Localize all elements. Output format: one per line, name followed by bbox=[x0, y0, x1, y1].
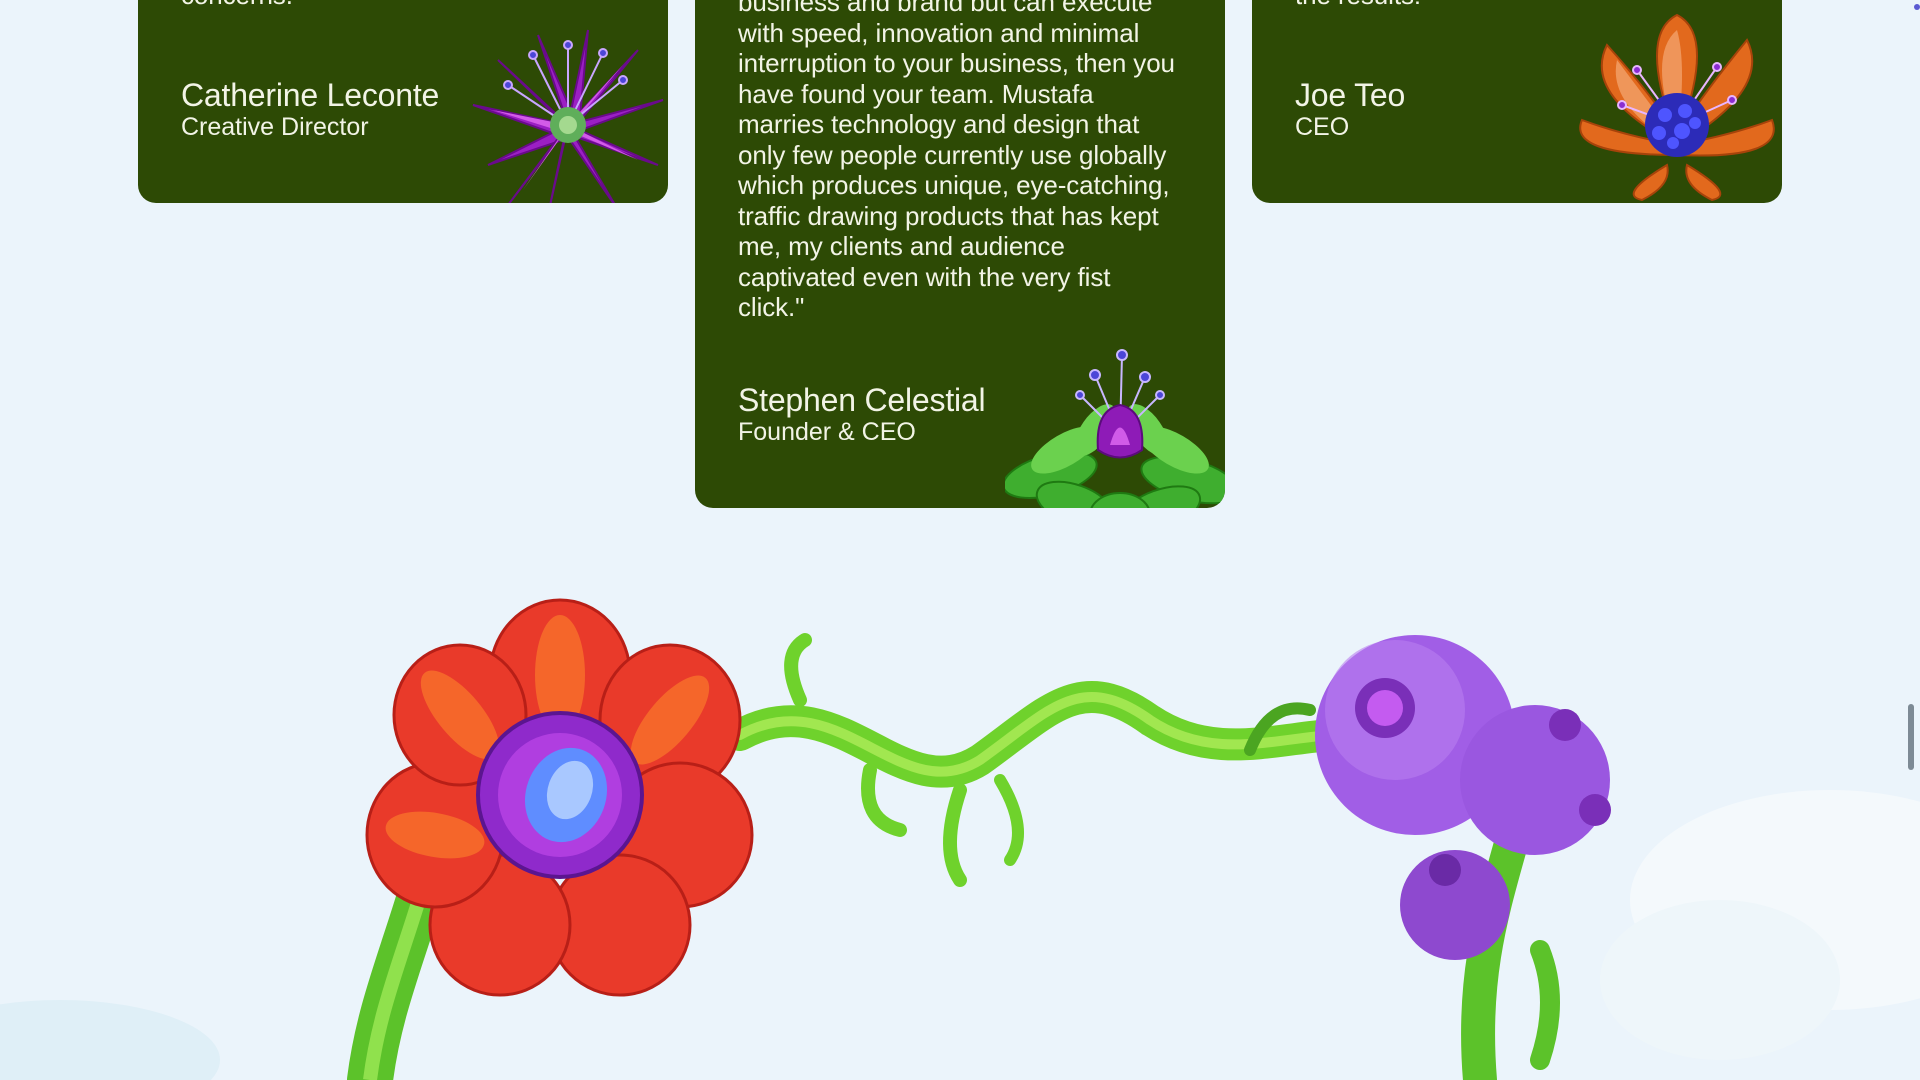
testimonial-card-stephen: business and brand but can execute with … bbox=[695, 0, 1225, 508]
corner-indicator bbox=[1914, 4, 1920, 10]
testimonial-author-role: CEO bbox=[1295, 113, 1350, 141]
testimonial-quote: business and brand but can execute with … bbox=[738, 0, 1185, 323]
quote-line: have found your team. Mustafa bbox=[738, 78, 1094, 109]
testimonial-card-joe: the results! Joe Teo CEO bbox=[1252, 0, 1782, 203]
quote-line: with speed, innovation and minimal bbox=[738, 17, 1140, 48]
testimonial-quote: concerns. bbox=[181, 0, 628, 11]
testimonial-author-name: Catherine Leconte bbox=[181, 77, 440, 113]
testimonial-author-name: Joe Teo bbox=[1295, 77, 1406, 113]
succulent-flower-icon bbox=[1005, 349, 1225, 508]
quote-line: captivated even with the very fist bbox=[738, 261, 1111, 292]
testimonial-author-name: Stephen Celestial bbox=[738, 382, 986, 418]
testimonial-author-role: Founder & CEO bbox=[738, 418, 916, 446]
quote-line: interruption to your business, then you bbox=[738, 48, 1175, 78]
quote-line: marries technology and design that bbox=[738, 109, 1140, 139]
purple-spiky-flower-icon bbox=[472, 29, 664, 203]
testimonial-card-catherine: concerns. Catherine Leconte Creative Dir… bbox=[138, 0, 668, 203]
testimonial-author-role: Creative Director bbox=[181, 113, 369, 141]
scrollbar-thumb[interactable] bbox=[1908, 704, 1914, 770]
orange-tulip-flower-icon bbox=[1579, 13, 1775, 202]
quote-line: only few people currently use globally bbox=[738, 139, 1167, 170]
quote-line: me, my clients and audience bbox=[738, 231, 1065, 261]
flower-vine-garland-icon bbox=[0, 598, 1920, 1080]
quote-line: which produces unique, eye-catching, bbox=[738, 170, 1170, 200]
quote-line: traffic drawing products that has kept bbox=[738, 200, 1159, 231]
quote-line: business and brand but can execute bbox=[738, 0, 1153, 17]
